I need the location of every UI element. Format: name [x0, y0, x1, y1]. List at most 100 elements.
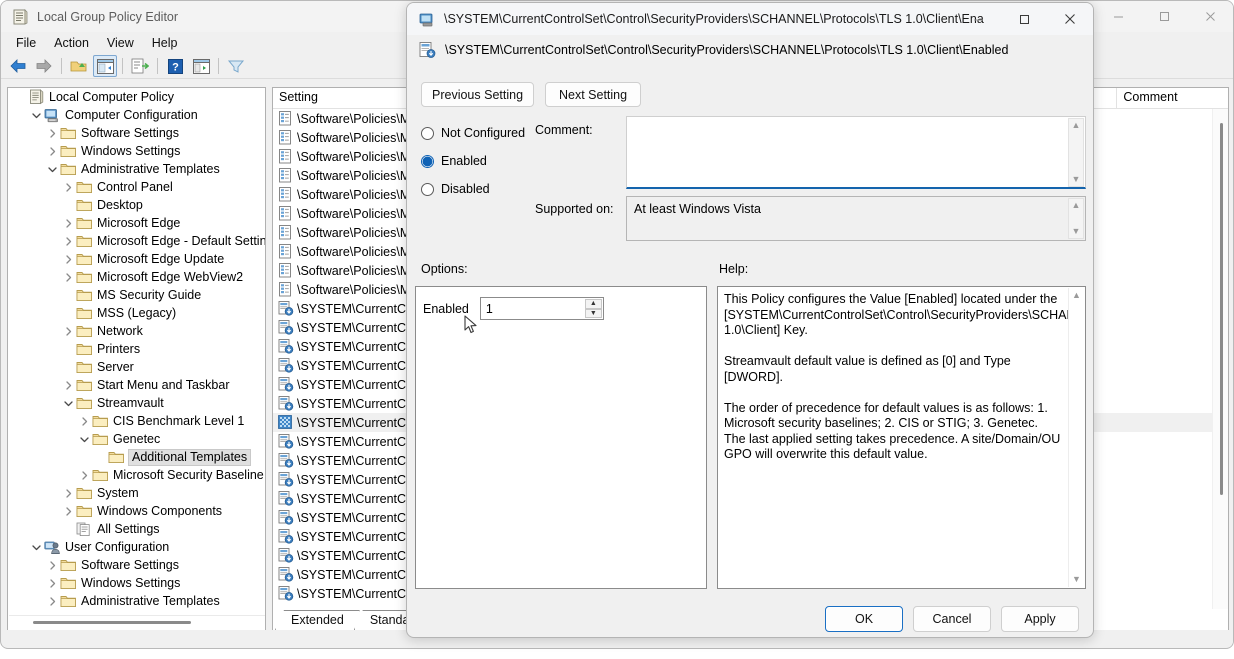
chevron-right-icon[interactable] [44, 575, 60, 591]
radio-enabled[interactable]: Enabled [421, 154, 487, 168]
back-icon[interactable] [6, 55, 30, 77]
up-folder-icon[interactable] [67, 55, 91, 77]
menu-file[interactable]: File [7, 34, 45, 52]
tree-item-control-panel[interactable]: Control Panel [8, 178, 265, 196]
dialog-minimize-button[interactable] [955, 3, 1001, 35]
tree-item-mss-legacy[interactable]: MSS (Legacy) [8, 304, 265, 322]
stepper-up-icon[interactable]: ▲ [585, 299, 602, 309]
tree-item-user-configuration[interactable]: User Configuration [8, 538, 265, 556]
comment-scrollbar[interactable]: ▲ ▼ [1068, 118, 1084, 187]
tree-hscroll-thumb[interactable] [33, 621, 191, 624]
settings-list-scroll-thumb[interactable] [1220, 123, 1223, 495]
chevron-right-icon[interactable] [76, 413, 92, 429]
tree-item-ms-security-guide[interactable]: MS Security Guide [8, 286, 265, 304]
dialog-close-button[interactable] [1047, 3, 1093, 35]
chevron-right-icon[interactable] [60, 323, 76, 339]
menu-view[interactable]: View [98, 34, 143, 52]
tree-item-system[interactable]: System [8, 484, 265, 502]
tree-item-windows-settings[interactable]: Windows Settings [8, 142, 265, 160]
chevron-right-icon[interactable] [76, 467, 92, 483]
maximize-button[interactable] [1141, 1, 1187, 32]
scroll-up-icon[interactable]: ▲ [1072, 291, 1081, 300]
chevron-right-icon[interactable] [60, 485, 76, 501]
menu-action[interactable]: Action [45, 34, 98, 52]
chevron-down-icon[interactable] [28, 107, 44, 123]
tree-item-genetec[interactable]: Genetec [8, 430, 265, 448]
chevron-right-icon[interactable] [60, 179, 76, 195]
tree-item-microsoft-edge[interactable]: Microsoft Edge [8, 214, 265, 232]
dialog-maximize-button[interactable] [1001, 3, 1047, 35]
previous-setting-button[interactable]: Previous Setting [421, 82, 534, 107]
supported-on-box[interactable]: At least Windows Vista ▲ ▼ [626, 196, 1086, 241]
chevron-right-icon[interactable] [60, 251, 76, 267]
chevron-right-icon[interactable] [60, 503, 76, 519]
tree-item-microsoft-edge-default-settings[interactable]: Microsoft Edge - Default Settings [8, 232, 265, 250]
tree-item-microsoft-security-baseline[interactable]: Microsoft Security Baseline [8, 466, 265, 484]
scroll-down-icon[interactable]: ▼ [1072, 175, 1081, 184]
settings-list-scrollbar[interactable] [1212, 109, 1228, 609]
scroll-up-icon[interactable]: ▲ [1072, 201, 1081, 210]
tree-item-start-menu-and-taskbar[interactable]: Start Menu and Taskbar [8, 376, 265, 394]
tree-item-administrative-templates[interactable]: Administrative Templates [8, 592, 265, 610]
show-hide-tree-icon[interactable] [93, 55, 117, 77]
minimize-button[interactable] [1095, 1, 1141, 32]
next-setting-button[interactable]: Next Setting [545, 82, 641, 107]
folder-icon [76, 341, 93, 357]
chevron-down-icon[interactable] [28, 539, 44, 555]
filter-icon[interactable] [224, 55, 248, 77]
tree-item-computer-configuration[interactable]: Computer Configuration [8, 106, 265, 124]
export-list-icon[interactable] [128, 55, 152, 77]
chevron-right-icon[interactable] [60, 377, 76, 393]
tree-horizontal-scrollbar[interactable] [9, 615, 266, 629]
scroll-down-icon[interactable]: ▼ [1072, 227, 1081, 236]
chevron-down-icon[interactable] [76, 431, 92, 447]
chevron-right-icon[interactable] [60, 215, 76, 231]
tree-item-desktop[interactable]: Desktop [8, 196, 265, 214]
chevron-right-icon[interactable] [44, 557, 60, 573]
radio-disabled[interactable]: Disabled [421, 182, 490, 196]
supported-on-scrollbar[interactable]: ▲ ▼ [1068, 198, 1084, 239]
scroll-down-icon[interactable]: ▼ [1072, 575, 1081, 584]
tree-item-software-settings[interactable]: Software Settings [8, 556, 265, 574]
tree-item-windows-settings[interactable]: Windows Settings [8, 574, 265, 592]
tree-item-streamvault[interactable]: Streamvault [8, 394, 265, 412]
scroll-up-icon[interactable]: ▲ [1072, 121, 1081, 130]
chevron-right-icon[interactable] [60, 233, 76, 249]
folder-icon [76, 503, 93, 519]
policy-tree-pane[interactable]: Local Computer PolicyComputer Configurat… [7, 87, 266, 631]
cancel-button[interactable]: Cancel [913, 606, 991, 632]
column-header-comment[interactable]: Comment [1117, 88, 1228, 108]
chevron-right-icon[interactable] [44, 143, 60, 159]
tree-item-printers[interactable]: Printers [8, 340, 265, 358]
tree-item-server[interactable]: Server [8, 358, 265, 376]
chevron-right-icon[interactable] [44, 593, 60, 609]
radio-not-configured[interactable]: Not Configured [421, 126, 525, 140]
help-panel[interactable]: This Policy configures the Value [Enable… [717, 286, 1086, 589]
menu-help[interactable]: Help [143, 34, 187, 52]
stepper-down-icon[interactable]: ▼ [585, 309, 602, 319]
apply-button[interactable]: Apply [1001, 606, 1079, 632]
comment-textarea[interactable]: ▲ ▼ [626, 116, 1086, 189]
enabled-value-stepper[interactable]: 1 ▲ ▼ [480, 297, 604, 320]
tree-item-software-settings[interactable]: Software Settings [8, 124, 265, 142]
tree-item-additional-templates[interactable]: Additional Templates [8, 448, 265, 466]
help-icon[interactable]: ? [163, 55, 187, 77]
tree-item-local-computer-policy[interactable]: Local Computer Policy [8, 88, 265, 106]
tree-item-microsoft-edge-update[interactable]: Microsoft Edge Update [8, 250, 265, 268]
tree-item-all-settings[interactable]: All Settings [8, 520, 265, 538]
close-button[interactable] [1187, 1, 1233, 32]
tree-item-administrative-templates[interactable]: Administrative Templates [8, 160, 265, 178]
chevron-right-icon[interactable] [44, 125, 60, 141]
tab-extended[interactable]: Extended [275, 610, 360, 630]
properties-icon[interactable] [189, 55, 213, 77]
tree-item-microsoft-edge-webview2[interactable]: Microsoft Edge WebView2 [8, 268, 265, 286]
tree-item-windows-components[interactable]: Windows Components [8, 502, 265, 520]
ok-button[interactable]: OK [825, 606, 903, 632]
forward-icon[interactable] [32, 55, 56, 77]
tree-item-network[interactable]: Network [8, 322, 265, 340]
tree-item-cis-benchmark-level-1[interactable]: CIS Benchmark Level 1 [8, 412, 265, 430]
chevron-right-icon[interactable] [60, 269, 76, 285]
help-scrollbar[interactable]: ▲ ▼ [1068, 288, 1084, 587]
chevron-down-icon[interactable] [44, 161, 60, 177]
chevron-down-icon[interactable] [60, 395, 76, 411]
